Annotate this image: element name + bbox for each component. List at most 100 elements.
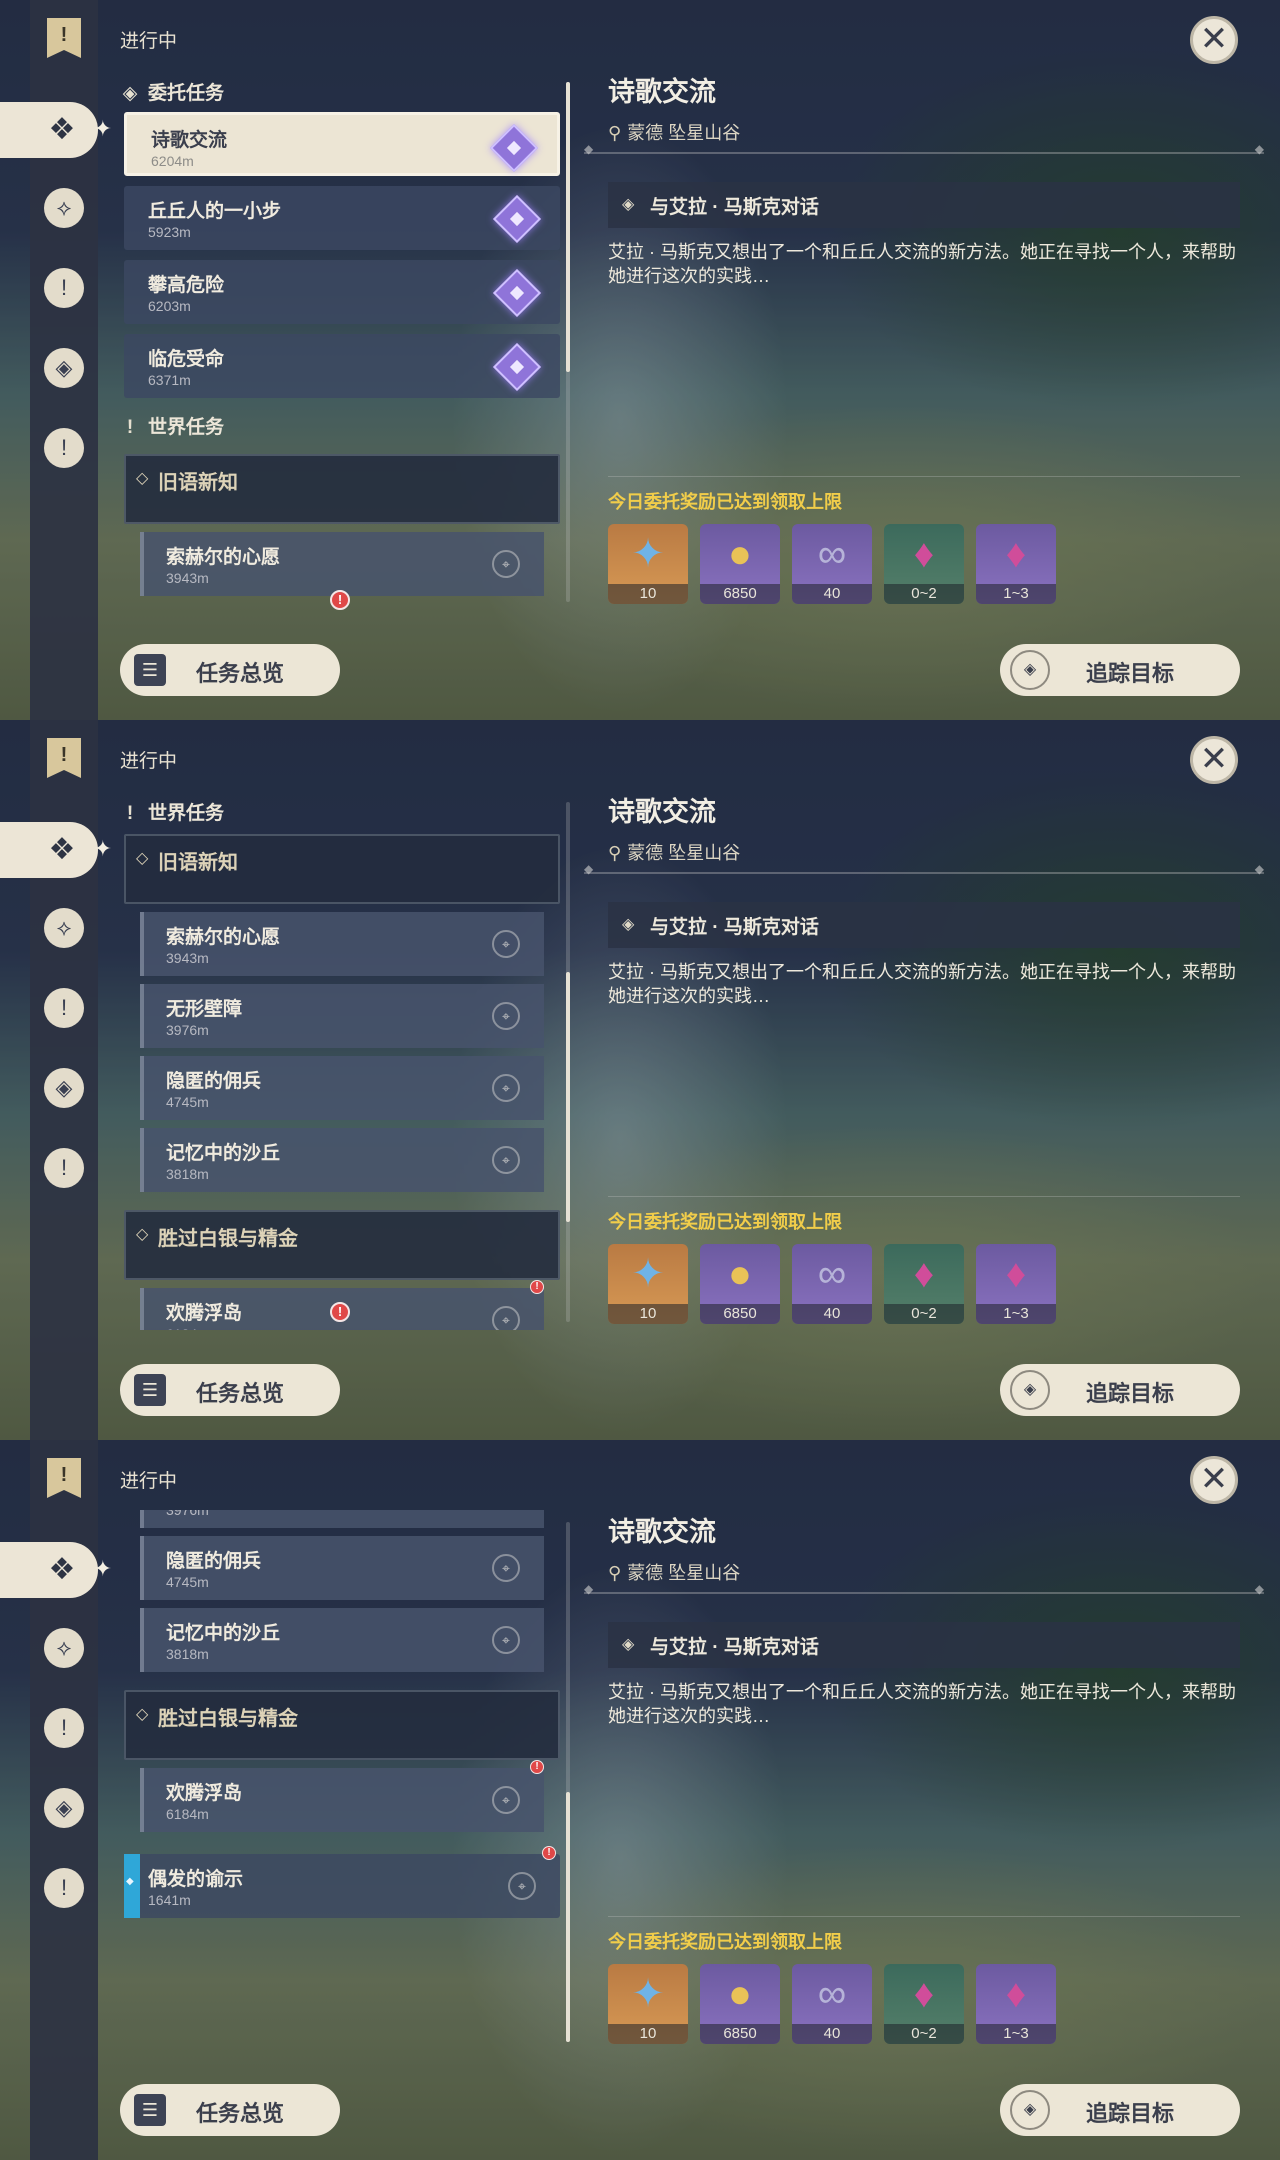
commission-gem-icon (492, 194, 542, 244)
alert-icon: ! (542, 1846, 556, 1860)
track-target-button[interactable]: ◈ 追踪目标 (1000, 644, 1240, 696)
tab-world-quest-diamond[interactable]: ◈ (44, 1788, 84, 1828)
track-target-button[interactable]: ◈ 追踪目标 (1000, 2084, 1240, 2136)
adventure-exp-icon: ✦ (631, 1972, 665, 2016)
quest-overview-button[interactable]: ☰ 任务总览 (120, 2084, 340, 2136)
alert-icon: ! (530, 1280, 544, 1294)
detail-title: 诗歌交流 (608, 77, 716, 107)
reward-item[interactable]: ♦ 0~2 (884, 1244, 964, 1324)
commission-item[interactable]: 临危受命 6371m (124, 334, 560, 398)
track-diamond-icon: ◈ (1010, 1370, 1050, 1410)
quest-list-scrollbar[interactable] (566, 802, 570, 1322)
reward-item[interactable]: ● 6850 (700, 1964, 780, 2044)
quest-group-header[interactable]: ◇ 旧语新知 (124, 834, 560, 904)
location-pin-icon[interactable]: ⌖ (508, 1872, 536, 1900)
tab-commission[interactable]: ❖ ✦ (0, 1542, 112, 1598)
diamond-icon: ◇ (136, 850, 149, 867)
reward-item[interactable]: ● 6850 (700, 524, 780, 604)
tab-archon-quest[interactable]: ⟡ (44, 908, 84, 948)
location-pin-icon[interactable]: ⌖ (492, 1146, 520, 1174)
tab-story-quest[interactable]: ! (44, 268, 84, 308)
world-quest-item[interactable]: 索赫尔的心愿 3943m ⌖ (140, 532, 544, 596)
commission-item[interactable]: 丘丘人的一小步 5923m (124, 186, 560, 250)
scroll-thumb[interactable] (566, 972, 570, 1222)
divider (584, 1582, 1264, 1596)
reward-limit-note: 今日委托奖励已达到领取上限 (608, 492, 842, 512)
quest-group-header[interactable]: ◇ 胜过白银与精金 (124, 1210, 560, 1280)
quest-flag-icon: ! (44, 1456, 84, 1502)
quest-group-header[interactable]: ◇ 胜过白银与精金 (124, 1690, 560, 1760)
quest-screen-panel-3: ! ❖✦ ⟡ ! ◈ ! 进行中 ✕ 无形壁障 3976m ⌖ 隐匿的佣兵 47… (0, 1440, 1280, 2160)
tab-world-quest[interactable]: ! (44, 1868, 84, 1908)
reward-item[interactable]: ♦ 1~3 (976, 1244, 1056, 1324)
quest-list-scrollbar[interactable] (566, 82, 570, 602)
reward-item[interactable]: ∞ 40 (792, 1964, 872, 2044)
section-commission: ◈ 委托任务 (120, 78, 224, 108)
location-pin-icon[interactable]: ⌖ (492, 930, 520, 958)
reward-item[interactable]: ♦ 0~2 (884, 524, 964, 604)
world-quest-item[interactable]: 记忆中的沙丘 3818m ⌖ (140, 1608, 544, 1672)
alert-icon: ! (330, 590, 350, 610)
quest-overview-button[interactable]: ☰ 任务总览 (120, 644, 340, 696)
reward-item[interactable]: ∞ 40 (792, 1244, 872, 1324)
reward-item[interactable]: ♦ 0~2 (884, 1964, 964, 2044)
reward-item[interactable]: ∞ 40 (792, 524, 872, 604)
reward-item[interactable]: ♦ 1~3 (976, 524, 1056, 604)
quest-list: ! 世界任务 ◇ 旧语新知 索赫尔的心愿 3943m ⌖ 无形壁障 3976m ⌖… (120, 790, 562, 1330)
location-pin-icon[interactable]: ⌖ (492, 1554, 520, 1582)
tab-commission[interactable]: ❖ ✦ (0, 822, 112, 878)
quest-overview-button[interactable]: ☰ 任务总览 (120, 1364, 340, 1416)
close-button[interactable]: ✕ (1190, 16, 1238, 64)
divider (608, 1196, 1240, 1197)
close-button[interactable]: ✕ (1190, 1456, 1238, 1504)
section-world: ! 世界任务 (120, 798, 224, 828)
quest-detail: 诗歌交流 ⚲蒙德 坠星山谷 ◈与艾拉 · 马斯克对话 艾拉 · 马斯克又想出了一… (584, 1510, 1264, 2044)
tab-world-quest-diamond[interactable]: ◈ (44, 1068, 84, 1108)
quest-list: ◈ 委托任务 诗歌交流 6204m 丘丘人的一小步 5923m 攀高危险 6203… (120, 70, 562, 610)
tab-story-quest[interactable]: ! (44, 988, 84, 1028)
tab-world-quest[interactable]: ! (44, 428, 84, 468)
tab-world-quest-diamond[interactable]: ◈ (44, 348, 84, 388)
quest-list-scrollbar[interactable] (566, 1522, 570, 2042)
reward-item[interactable]: ✦ 10 (608, 1244, 688, 1324)
tab-commission[interactable]: ❖ ✦ (0, 102, 112, 158)
tab-archon-quest[interactable]: ⟡ (44, 1628, 84, 1668)
reward-item[interactable]: ✦ 10 (608, 524, 688, 604)
tab-world-quest[interactable]: ! (44, 1148, 84, 1188)
scroll-thumb[interactable] (566, 1792, 570, 2042)
commission-item[interactable]: 攀高危险 6203m (124, 260, 560, 324)
world-quest-item[interactable]: 隐匿的佣兵 4745m ⌖ (140, 1536, 544, 1600)
world-quest-item[interactable]: 隐匿的佣兵 4745m ⌖ (140, 1056, 544, 1120)
location-pin-icon[interactable]: ⌖ (492, 550, 520, 578)
reward-item[interactable]: ✦ 10 (608, 1964, 688, 2044)
commission-gem-icon (492, 342, 542, 392)
tracked-quest-item[interactable]: 偶发的谕示 1641m ⌖ (124, 1854, 560, 1918)
track-target-button[interactable]: ◈ 追踪目标 (1000, 1364, 1240, 1416)
tab-archon-quest[interactable]: ⟡ (44, 188, 84, 228)
world-quest-item[interactable]: 记忆中的沙丘 3818m ⌖ (140, 1128, 544, 1192)
location-pin-icon[interactable]: ⌖ (492, 1002, 520, 1030)
world-section-icon: ! (126, 803, 134, 824)
location-pin-icon[interactable]: ⌖ (492, 1786, 520, 1814)
detail-location: ⚲ 蒙德 坠星山谷 (608, 843, 741, 863)
reward-item[interactable]: ♦ 1~3 (976, 1964, 1056, 2044)
location-pin-icon[interactable]: ⌖ (492, 1074, 520, 1102)
in-progress-label: 进行中 (120, 31, 178, 52)
commission-item[interactable]: 诗歌交流 6204m (124, 112, 560, 176)
close-button[interactable]: ✕ (1190, 736, 1238, 784)
world-quest-item[interactable]: 无形壁障 3976m ⌖ (140, 1510, 544, 1528)
quest-detail: 诗歌交流 ⚲蒙德 坠星山谷 ◈与艾拉 · 马斯克对话 艾拉 · 马斯克又想出了一… (584, 790, 1264, 1324)
world-quest-item[interactable]: 欢腾浮岛 6184m ⌖ (140, 1768, 544, 1832)
quest-screen-panel-1: ! ❖ ✦ ⟡ ! ◈ ! 进行中 ✕ ◈ 委托任务 诗歌交流 6204m 丘丘人的… (0, 0, 1280, 720)
world-quest-item[interactable]: 索赫尔的心愿 3943m ⌖ (140, 912, 544, 976)
tab-story-quest[interactable]: ! (44, 1708, 84, 1748)
quest-group-header[interactable]: ◇ 旧语新知 (124, 454, 560, 524)
map-pin-icon: ⚲ (608, 123, 622, 143)
location-pin-icon[interactable]: ⌖ (492, 1306, 520, 1330)
world-quest-item[interactable]: 无形壁障 3976m ⌖ (140, 984, 544, 1048)
detail-description: 艾拉 · 马斯克又想出了一个和丘丘人交流的新方法。她正在寻找一个人，来帮助她进行… (608, 962, 1236, 1006)
scroll-thumb[interactable] (566, 82, 570, 372)
quest-screen-panel-2: ! ❖ ✦ ⟡ ! ◈ ! 进行中 ✕ ! 世界任务 ◇ 旧语新知 索赫尔的心愿 3… (0, 720, 1280, 1440)
reward-item[interactable]: ● 6850 (700, 1244, 780, 1324)
location-pin-icon[interactable]: ⌖ (492, 1626, 520, 1654)
